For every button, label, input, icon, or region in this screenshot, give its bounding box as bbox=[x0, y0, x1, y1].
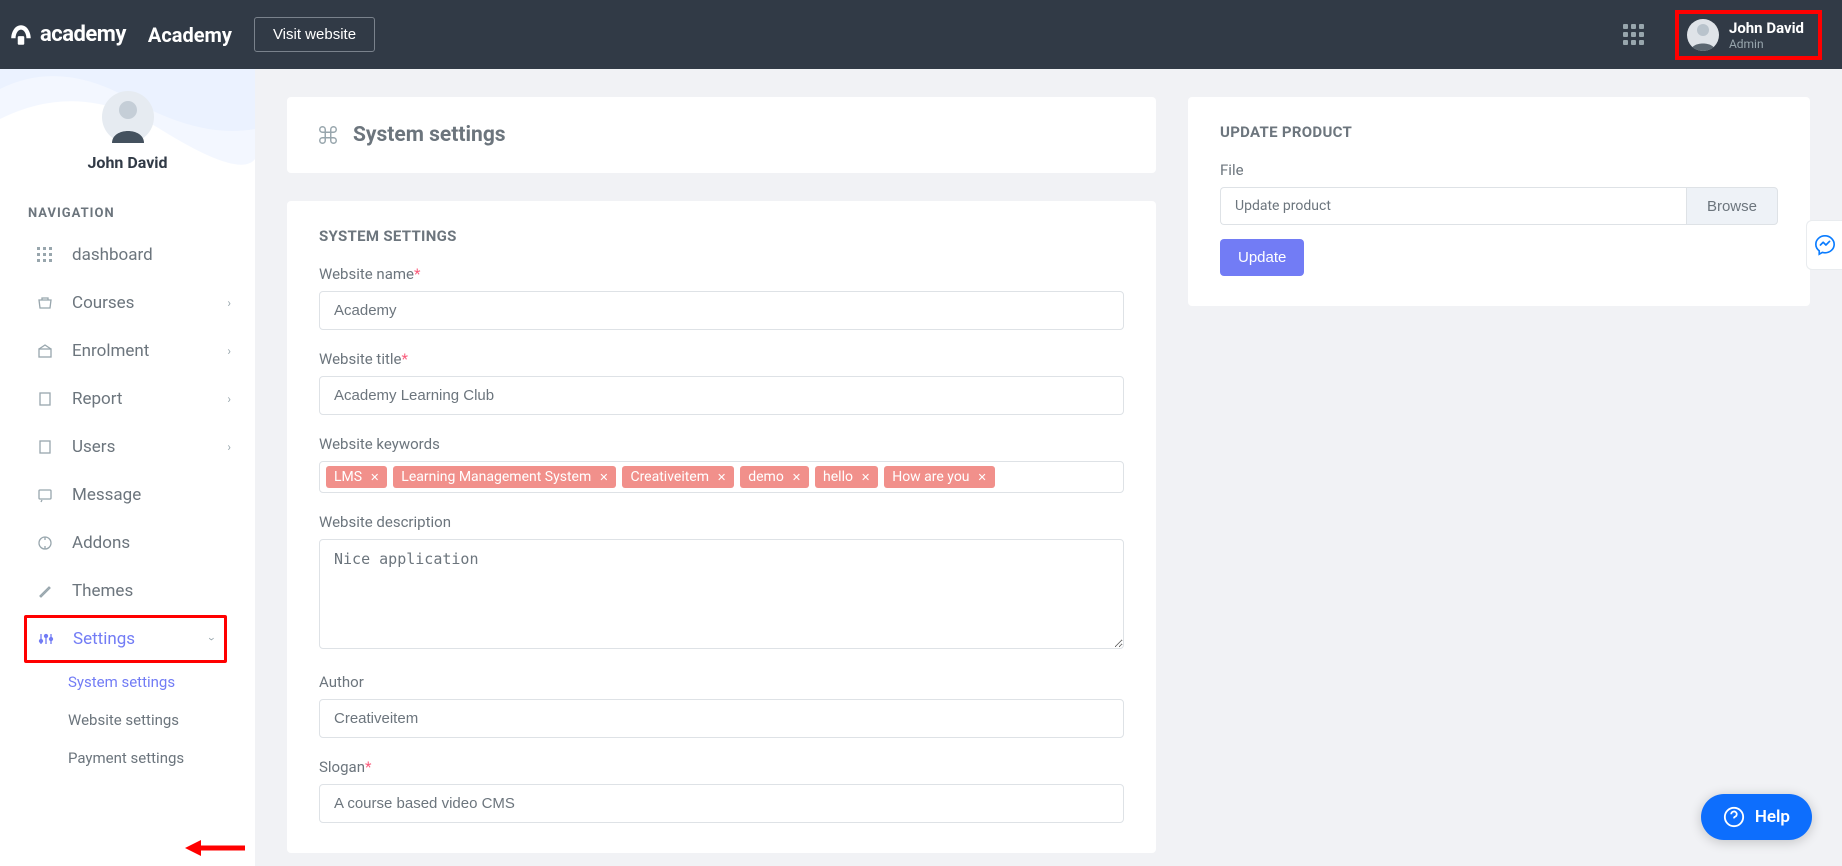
sidebar-item-courses[interactable]: Courses › bbox=[0, 279, 255, 327]
sidebar-item-message[interactable]: Message bbox=[0, 471, 255, 519]
sidebar-username: John David bbox=[0, 153, 255, 172]
sidebar-item-dashboard[interactable]: dashboard bbox=[0, 231, 255, 279]
file-label: File bbox=[1220, 161, 1778, 179]
user-role: Admin bbox=[1729, 37, 1804, 51]
system-settings-card: SYSTEM SETTINGS Website name* Website ti… bbox=[287, 201, 1156, 853]
update-product-card: UPDATE PRODUCT File Update product Brows… bbox=[1188, 97, 1810, 306]
logo[interactable]: academy bbox=[8, 22, 126, 48]
visit-website-button[interactable]: Visit website bbox=[254, 17, 375, 52]
brand-name: Academy bbox=[148, 23, 232, 47]
page-title: System settings bbox=[353, 123, 506, 147]
tag-remove-icon[interactable]: ✕ bbox=[978, 471, 987, 484]
sidebar-item-themes[interactable]: Themes bbox=[0, 567, 255, 615]
chevron-right-icon: › bbox=[227, 392, 231, 406]
keyword-tag: hello✕ bbox=[815, 466, 878, 488]
sidebar-item-label: Settings bbox=[73, 629, 135, 649]
topbar: academy Academy Visit website John David… bbox=[0, 0, 1842, 69]
slogan-input[interactable] bbox=[319, 784, 1124, 823]
keywords-label: Website keywords bbox=[319, 435, 1124, 453]
tag-remove-icon[interactable]: ✕ bbox=[717, 471, 726, 484]
sidebar-item-label: Message bbox=[72, 485, 141, 505]
chevron-right-icon: › bbox=[227, 296, 231, 310]
chevron-right-icon: › bbox=[227, 440, 231, 454]
enrolment-icon bbox=[36, 342, 54, 360]
website-name-input[interactable] bbox=[319, 291, 1124, 330]
sidebar-sub-system-settings[interactable]: System settings bbox=[0, 663, 255, 701]
website-name-label: Website name* bbox=[319, 265, 1124, 283]
chevron-right-icon: › bbox=[227, 344, 231, 358]
nav-section-title: NAVIGATION bbox=[0, 196, 255, 231]
sidebar-item-addons[interactable]: Addons bbox=[0, 519, 255, 567]
chevron-down-icon: › bbox=[205, 637, 219, 641]
users-icon bbox=[36, 438, 54, 456]
messenger-tab[interactable] bbox=[1806, 220, 1842, 270]
tag-remove-icon[interactable]: ✕ bbox=[792, 471, 801, 484]
settings-icon bbox=[37, 630, 55, 648]
sidebar: John David NAVIGATION dashboard Courses … bbox=[0, 69, 255, 866]
logo-text: academy bbox=[40, 22, 126, 47]
author-input[interactable] bbox=[319, 699, 1124, 738]
page-header: System settings bbox=[287, 97, 1156, 173]
sidebar-item-label: Enrolment bbox=[72, 341, 149, 361]
tag-remove-icon[interactable]: ✕ bbox=[861, 471, 870, 484]
file-input[interactable]: Update product bbox=[1220, 187, 1686, 225]
sidebar-item-users[interactable]: Users › bbox=[0, 423, 255, 471]
keywords-input[interactable]: LMS✕ Learning Management System✕ Creativei… bbox=[319, 461, 1124, 493]
sidebar-item-label: Users bbox=[72, 437, 115, 457]
description-textarea[interactable] bbox=[319, 539, 1124, 649]
dashboard-icon bbox=[36, 246, 54, 264]
messenger-icon bbox=[1814, 234, 1836, 256]
avatar bbox=[1687, 19, 1719, 51]
sidebar-sub-payment-settings[interactable]: Payment settings bbox=[0, 739, 255, 777]
author-label: Author bbox=[319, 673, 1124, 691]
website-title-input[interactable] bbox=[319, 376, 1124, 415]
logo-icon bbox=[8, 22, 34, 48]
sidebar-item-report[interactable]: Report › bbox=[0, 375, 255, 423]
report-icon bbox=[36, 390, 54, 408]
website-title-label: Website title* bbox=[319, 350, 1124, 368]
tag-remove-icon[interactable]: ✕ bbox=[370, 471, 379, 484]
tag-remove-icon[interactable]: ✕ bbox=[599, 471, 608, 484]
sidebar-item-label: Report bbox=[72, 389, 122, 409]
card-title: UPDATE PRODUCT bbox=[1220, 123, 1778, 141]
themes-icon bbox=[36, 582, 54, 600]
apps-icon[interactable] bbox=[1623, 24, 1645, 46]
sidebar-item-label: dashboard bbox=[72, 245, 153, 265]
slogan-label: Slogan* bbox=[319, 758, 1124, 776]
user-menu[interactable]: John David Admin bbox=[1675, 10, 1822, 60]
sidebar-item-label: Courses bbox=[72, 293, 134, 313]
message-icon bbox=[36, 486, 54, 504]
keyword-tag: LMS✕ bbox=[326, 466, 387, 488]
addons-icon bbox=[36, 534, 54, 552]
keyword-tag: Creativeitem✕ bbox=[622, 466, 734, 488]
description-label: Website description bbox=[319, 513, 1124, 531]
browse-button[interactable]: Browse bbox=[1686, 187, 1778, 225]
help-widget[interactable]: Help bbox=[1701, 794, 1812, 840]
sidebar-sub-website-settings[interactable]: Website settings bbox=[0, 701, 255, 739]
courses-icon bbox=[36, 294, 54, 312]
keyword-tag: How are you✕ bbox=[884, 466, 995, 488]
sidebar-item-label: Addons bbox=[72, 533, 130, 553]
command-icon bbox=[317, 124, 339, 146]
sidebar-item-enrolment[interactable]: Enrolment › bbox=[0, 327, 255, 375]
keyword-tag: demo✕ bbox=[740, 466, 809, 488]
user-name: John David bbox=[1729, 19, 1804, 37]
help-icon bbox=[1723, 806, 1745, 828]
card-title: SYSTEM SETTINGS bbox=[319, 227, 1124, 245]
sidebar-item-settings[interactable]: Settings › bbox=[24, 615, 227, 663]
sidebar-item-label: Themes bbox=[72, 581, 133, 601]
sidebar-avatar[interactable] bbox=[102, 91, 154, 143]
help-label: Help bbox=[1755, 807, 1790, 827]
update-button[interactable]: Update bbox=[1220, 239, 1304, 276]
arrow-annotation bbox=[185, 838, 245, 858]
keyword-tag: Learning Management System✕ bbox=[393, 466, 616, 488]
